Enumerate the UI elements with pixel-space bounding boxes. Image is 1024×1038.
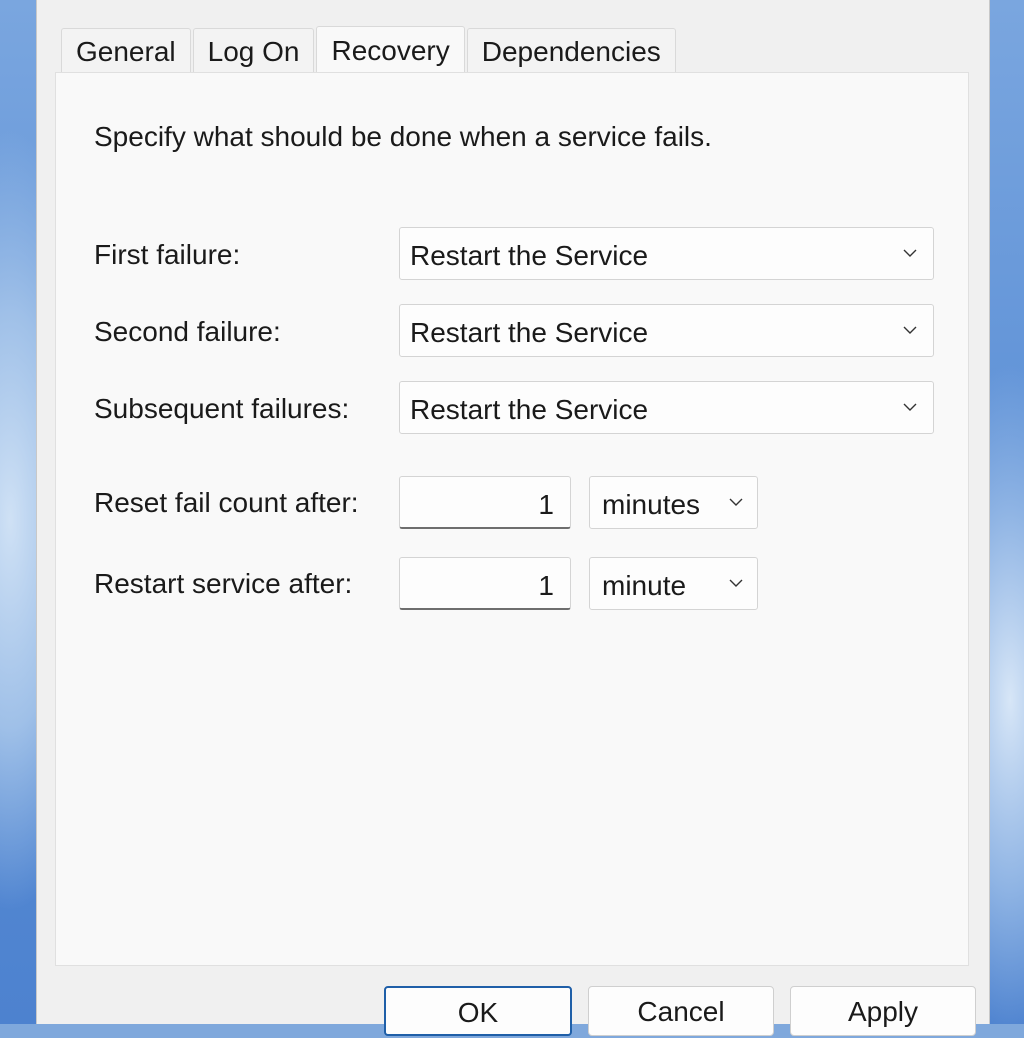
reset-fail-count-unit-select[interactable]: minutes <box>589 476 758 529</box>
reset-fail-count-unit-value: minutes <box>602 489 701 520</box>
chevron-down-icon <box>729 576 743 590</box>
tab-strip: General Log On Recovery Dependencies <box>61 26 678 74</box>
tab-general[interactable]: General <box>61 28 191 72</box>
recovery-description: Specify what should be done when a servi… <box>94 121 712 152</box>
restart-service-unit-value: minute <box>602 570 687 601</box>
tab-dependencies[interactable]: Dependencies <box>466 28 676 72</box>
first-failure-select[interactable]: Restart the Service <box>399 227 934 280</box>
second-failure-value: Restart the Service <box>410 317 649 348</box>
recovery-panel: Specify what should be done when a servi… <box>55 72 969 966</box>
first-failure-label: First failure: <box>94 239 241 270</box>
reset-fail-count-label: Reset fail count after: <box>94 487 359 518</box>
restart-service-value: 1 <box>538 570 554 601</box>
reset-fail-count-value: 1 <box>538 489 554 520</box>
restart-service-label: Restart service after: <box>94 568 353 599</box>
ok-button[interactable]: OK <box>384 986 572 1036</box>
tab-recovery[interactable]: Recovery <box>316 26 465 72</box>
second-failure-select[interactable]: Restart the Service <box>399 304 934 357</box>
subsequent-failures-value: Restart the Service <box>410 394 649 425</box>
subsequent-failures-label: Subsequent failures: <box>94 393 350 424</box>
reset-fail-count-input[interactable]: 1 <box>399 476 571 529</box>
chevron-down-icon <box>903 400 917 414</box>
restart-service-unit-select[interactable]: minute <box>589 557 758 610</box>
tab-log-on[interactable]: Log On <box>192 28 315 72</box>
service-properties-dialog: General Log On Recovery Dependencies Spe… <box>36 0 990 1036</box>
chevron-down-icon <box>729 495 743 509</box>
cancel-button[interactable]: Cancel <box>588 986 774 1036</box>
chevron-down-icon <box>903 246 917 260</box>
first-failure-value: Restart the Service <box>410 240 649 271</box>
subsequent-failures-select[interactable]: Restart the Service <box>399 381 934 434</box>
chevron-down-icon <box>903 323 917 337</box>
second-failure-label: Second failure: <box>94 316 281 347</box>
apply-button[interactable]: Apply <box>790 986 976 1036</box>
restart-service-input[interactable]: 1 <box>399 557 571 610</box>
